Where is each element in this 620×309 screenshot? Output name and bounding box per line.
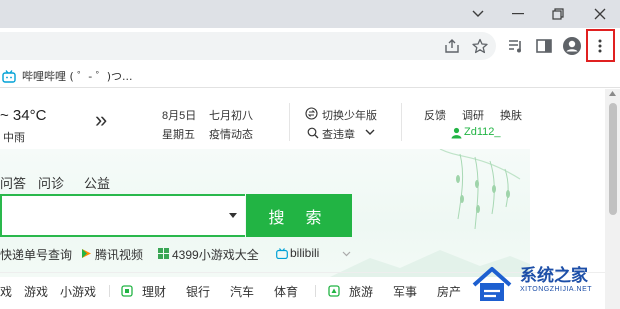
restore-button[interactable] xyxy=(538,0,578,28)
triangle-up-icon xyxy=(609,91,616,96)
nav-divider xyxy=(109,285,110,297)
scroll-up-button[interactable] xyxy=(605,91,620,101)
quick-link-tencent-video[interactable]: 腾讯视频 xyxy=(95,246,143,263)
search-button[interactable]: 搜 索 xyxy=(246,194,352,237)
lunar-date-label: 七月初八 xyxy=(209,110,253,122)
expand-weather-button[interactable]: » xyxy=(95,107,107,133)
willow-decoration xyxy=(439,149,521,230)
nav-item[interactable]: 体育 xyxy=(274,283,298,300)
watermark-logo: 系统之家 XITONGZHIJIA.NET xyxy=(470,259,605,309)
tab-search-button[interactable] xyxy=(458,0,498,28)
nav-item[interactable]: 戏 xyxy=(0,283,12,300)
tab-charity[interactable]: 公益 xyxy=(84,173,110,192)
bookmark-star-button[interactable] xyxy=(468,34,492,58)
vertical-scrollbar[interactable] xyxy=(605,89,620,309)
header-divider-2 xyxy=(401,103,402,141)
browser-toolbar xyxy=(0,28,620,64)
travel-icon xyxy=(328,285,340,297)
violation-query-link[interactable]: 查违章 xyxy=(322,126,355,142)
tencent-video-icon xyxy=(82,249,91,258)
quick-link-express[interactable]: 快递单号查询 xyxy=(0,246,72,263)
profile-button[interactable] xyxy=(560,34,584,58)
chevron-down-icon xyxy=(472,10,484,17)
playlist-icon xyxy=(509,40,521,53)
quick-link-bilibili[interactable]: bilibili xyxy=(290,246,319,260)
tab-qa[interactable]: 问答 xyxy=(0,173,26,192)
nav-item[interactable]: 银行 xyxy=(186,283,210,300)
weather-condition: 中雨 xyxy=(3,132,25,144)
watermark-name: 系统之家 xyxy=(520,266,588,286)
bilibili-icon xyxy=(276,248,288,259)
epidemic-link[interactable]: 疫情动态 xyxy=(209,126,253,142)
house-logo-icon xyxy=(472,267,512,301)
tab-consult[interactable]: 问诊 xyxy=(38,173,64,192)
caret-down-icon[interactable] xyxy=(229,213,237,218)
side-panel-icon xyxy=(536,39,552,53)
nav-item[interactable]: 旅游 xyxy=(349,283,373,300)
side-panel-button[interactable] xyxy=(532,34,556,58)
minimize-button[interactable] xyxy=(498,0,538,28)
nav-item[interactable]: 军事 xyxy=(393,283,417,300)
avatar-icon xyxy=(563,37,581,55)
share-button[interactable] xyxy=(440,34,464,58)
nav-item[interactable]: 游戏 xyxy=(24,283,48,300)
weekday-label: 星期五 xyxy=(162,129,195,141)
search-input[interactable] xyxy=(0,194,245,237)
4399-icon xyxy=(158,248,169,259)
date-label: 8月5日 xyxy=(162,110,197,122)
nav-item[interactable]: 汽车 xyxy=(230,283,254,300)
bookmark-bilibili[interactable]: 哔哩哔哩 ( ゜- ゜)つ... xyxy=(2,67,133,85)
star-icon xyxy=(472,38,488,54)
survey-link[interactable]: 调研 xyxy=(462,107,484,123)
bookmarks-bar: 哔哩哔哩 ( ゜- ゜)つ... xyxy=(0,64,620,88)
close-button[interactable] xyxy=(580,0,620,28)
nav-divider xyxy=(315,285,316,297)
address-bar[interactable] xyxy=(0,32,496,60)
user-icon xyxy=(451,127,462,139)
bookmark-label: 哔哩哔哩 ( ゜- ゜)つ... xyxy=(22,70,133,83)
title-bar xyxy=(0,0,620,28)
quick-link-4399[interactable]: 4399小游戏大全 xyxy=(172,246,259,263)
switch-icon xyxy=(305,107,318,120)
scrollbar-thumb[interactable] xyxy=(609,103,617,215)
weather-temp: ~ 34°C xyxy=(0,107,47,124)
close-icon xyxy=(594,8,606,20)
finance-icon xyxy=(121,285,133,297)
bilibili-icon xyxy=(2,69,16,83)
nav-item[interactable]: 小游戏 xyxy=(60,283,96,300)
restore-icon xyxy=(552,8,564,20)
web-page: ~ 34°C 中雨 » 8月5日 星期五 七月初八 疫情动态 切换少年版 查违章… xyxy=(0,89,605,309)
header-divider xyxy=(289,103,290,141)
search-icon xyxy=(307,127,319,139)
share-icon xyxy=(445,39,459,53)
media-control-button[interactable] xyxy=(504,34,528,58)
watermark-url: XITONGZHIJIA.NET xyxy=(520,286,593,293)
username-link[interactable]: Zd112_ xyxy=(464,126,501,138)
nav-item[interactable]: 理财 xyxy=(142,283,166,300)
browser-window: 哔哩哔哩 ( ゜- ゜)つ... ~ 34°C 中雨 » 8月5日 星期五 七月… xyxy=(0,0,620,309)
menu-button-highlight xyxy=(586,29,615,62)
chevron-down-icon[interactable] xyxy=(342,251,351,257)
feedback-link[interactable]: 反馈 xyxy=(424,107,446,123)
youth-mode-link[interactable]: 切换少年版 xyxy=(322,107,377,123)
minimize-icon xyxy=(512,13,524,15)
chevron-down-icon[interactable] xyxy=(365,129,375,136)
nav-item[interactable]: 房产 xyxy=(437,283,461,300)
skin-link[interactable]: 换肤 xyxy=(500,107,522,123)
